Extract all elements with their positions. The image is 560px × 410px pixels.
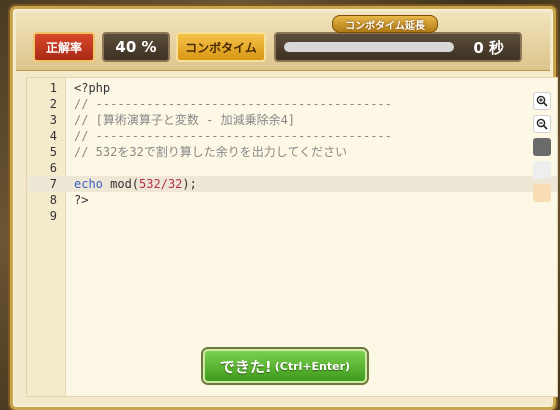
combo-gauge: 0 秒 [274, 32, 522, 62]
code-text: <?php [74, 81, 111, 95]
line-number: 9 [49, 209, 57, 223]
line-number: 1 [49, 81, 57, 95]
combo-time-button[interactable]: コンボタイム [176, 32, 266, 62]
divide-operator: / [160, 177, 168, 191]
correct-rate-label: 正解率 [33, 32, 95, 62]
submit-button[interactable]: できた! (Ctrl+Enter) [203, 349, 367, 383]
number-literal: 32 [167, 177, 183, 191]
code-line-active[interactable]: 7 echo mod(532/32); [27, 176, 557, 192]
code-line[interactable]: 4 // -----------------------------------… [27, 128, 557, 144]
submit-label: できた! [219, 357, 272, 376]
call-close: ); [182, 177, 197, 191]
status-bar: 正解率 40 % コンボタイム 0 秒 コンボタイム延長 [16, 12, 550, 71]
peach-theme-swatch[interactable] [533, 184, 551, 202]
quiz-panel: 正解率 40 % コンボタイム 0 秒 コンボタイム延長 1 <?php 2 /… [10, 6, 558, 410]
code-line[interactable]: 8 ?> [27, 192, 557, 208]
comment-text: // -------------------------------------… [74, 129, 392, 143]
comment-text: // [算術演算子と変数 - 加減乗除余4] [74, 113, 296, 127]
line-number: 5 [49, 145, 57, 159]
correct-rate-value: 40 % [102, 32, 170, 62]
number-literal: 532 [139, 177, 161, 191]
code-line[interactable]: 9 [27, 208, 557, 224]
code-lines: 1 <?php 2 // ---------------------------… [27, 80, 557, 224]
code-line[interactable]: 5 // 532を32で割り算した余りを出力してください [27, 144, 557, 160]
code-line[interactable]: 2 // -----------------------------------… [27, 96, 557, 112]
editor-tools [533, 92, 551, 207]
line-number: 7 [49, 177, 57, 191]
submit-shortcut: (Ctrl+Enter) [274, 359, 351, 373]
line-number: 2 [49, 97, 57, 111]
code-line[interactable]: 3 // [算術演算子と変数 - 加減乗除余4] [27, 112, 557, 128]
line-number: 3 [49, 113, 57, 127]
comment-text: // -------------------------------------… [74, 97, 392, 111]
combo-seconds: 0 秒 [473, 39, 504, 57]
code-text: ?> [74, 193, 89, 207]
combo-extension-banner: コンボタイム延長 [332, 15, 438, 33]
light-theme-swatch[interactable] [533, 161, 551, 179]
combo-gauge-track [284, 42, 454, 52]
zoom-out-icon[interactable] [533, 115, 551, 133]
line-number: 6 [49, 161, 57, 175]
line-number: 8 [49, 193, 57, 207]
comment-text: // 532を32で割り算した余りを出力してください [74, 145, 348, 159]
dark-theme-swatch[interactable] [533, 138, 551, 156]
zoom-in-icon[interactable] [533, 92, 551, 110]
func-call: mod( [102, 177, 140, 191]
code-line[interactable]: 1 <?php [27, 80, 557, 96]
line-number: 4 [49, 129, 57, 143]
code-text: echo mod(532/32); [74, 176, 197, 192]
code-line[interactable]: 6 [27, 160, 557, 176]
echo-keyword: echo [74, 177, 103, 191]
